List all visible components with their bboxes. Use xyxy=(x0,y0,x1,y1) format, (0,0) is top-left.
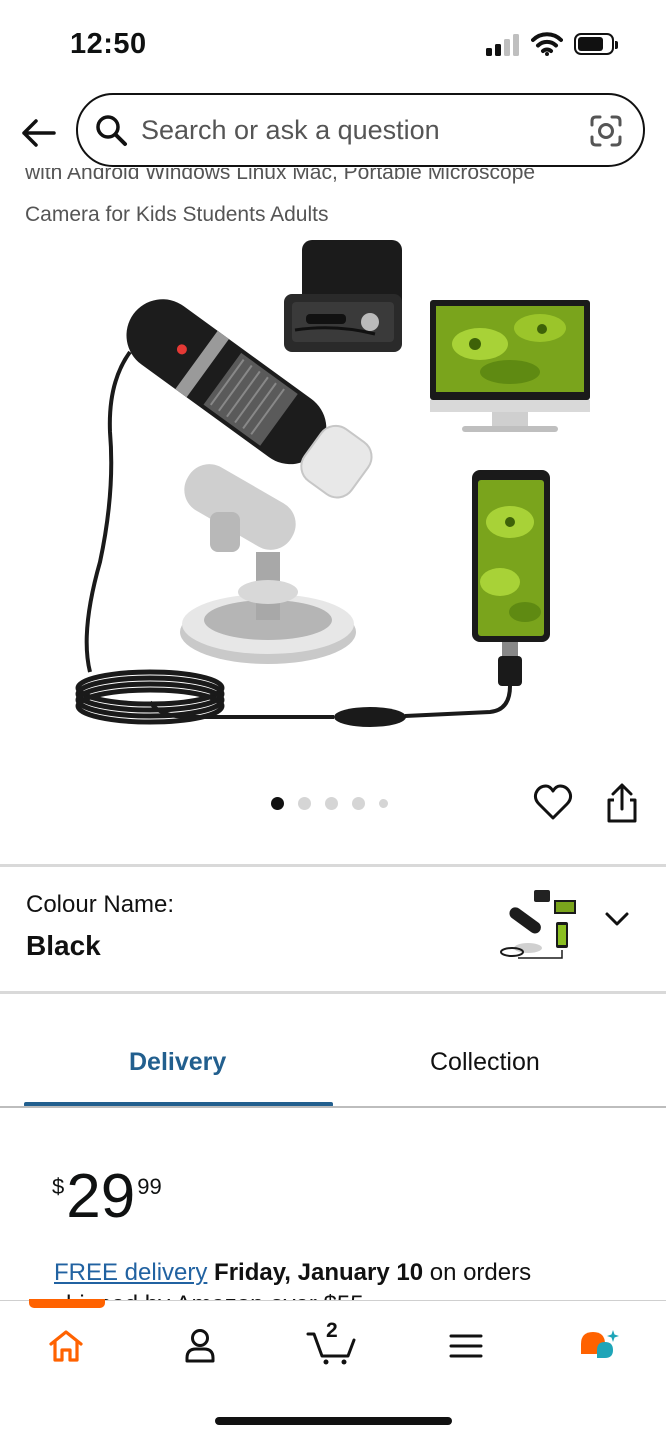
nav-active-indicator xyxy=(29,1299,105,1308)
wifi-icon xyxy=(531,32,563,56)
divider xyxy=(0,864,666,867)
carousel-dot[interactable] xyxy=(298,797,311,810)
free-delivery-link[interactable]: FREE delivery xyxy=(54,1259,207,1286)
image-carousel-dots[interactable] xyxy=(271,797,388,810)
back-button[interactable] xyxy=(18,113,58,153)
search-input[interactable] xyxy=(141,111,571,149)
nav-home[interactable] xyxy=(36,1321,96,1371)
usb-microscope-product-image[interactable] xyxy=(70,232,600,732)
status-bar: 12:50 xyxy=(0,0,666,90)
price-whole: 29 xyxy=(66,1162,136,1231)
heart-icon[interactable] xyxy=(533,783,573,823)
variant-value: Black xyxy=(26,930,101,961)
home-indicator xyxy=(215,1417,452,1425)
nav-you[interactable] xyxy=(170,1321,230,1371)
tab-divider xyxy=(0,1106,666,1108)
carousel-dot[interactable] xyxy=(271,797,284,810)
delivery-date: Friday, January 10 xyxy=(214,1259,424,1286)
nav-menu[interactable] xyxy=(436,1321,496,1371)
cellular-signal-icon xyxy=(486,34,522,56)
home-icon xyxy=(49,1330,83,1362)
battery-icon xyxy=(574,33,618,55)
search-bar[interactable] xyxy=(76,93,645,167)
tab-collection[interactable]: Collection xyxy=(430,1048,540,1077)
camera-lens-icon[interactable] xyxy=(589,114,623,148)
nav-cart[interactable]: 2 xyxy=(302,1319,362,1371)
delivery-message: FREE delivery Friday, January 10 on orde… xyxy=(54,1259,531,1287)
price-fraction: 99 xyxy=(137,1174,162,1199)
status-time: 12:50 xyxy=(70,28,147,60)
carousel-dot[interactable] xyxy=(352,797,365,810)
product-title: Camera for Kids Students Adults xyxy=(25,203,329,226)
share-icon[interactable] xyxy=(603,782,641,824)
variant-label: Colour Name: xyxy=(26,891,175,918)
hamburger-menu-icon xyxy=(449,1334,483,1358)
delivery-suffix: on orders xyxy=(423,1259,532,1286)
person-icon xyxy=(185,1329,215,1363)
carousel-dot[interactable] xyxy=(325,797,338,810)
carousel-dot[interactable] xyxy=(379,799,388,808)
nav-rufus[interactable] xyxy=(569,1321,629,1371)
product-title-partial: with Android Windows Linux Mac, Portable… xyxy=(25,168,536,184)
price: $ 29 99 xyxy=(52,1165,162,1229)
tab-delivery[interactable]: Delivery xyxy=(129,1048,226,1077)
cart-count-badge: 2 xyxy=(326,1319,338,1342)
rufus-assistant-icon xyxy=(581,1330,619,1358)
price-currency: $ xyxy=(52,1174,65,1199)
variant-thumbnail-image[interactable] xyxy=(498,886,578,964)
arrow-left-icon xyxy=(22,119,56,147)
chevron-down-icon[interactable] xyxy=(604,910,630,928)
search-icon xyxy=(96,115,127,146)
divider xyxy=(0,991,666,994)
